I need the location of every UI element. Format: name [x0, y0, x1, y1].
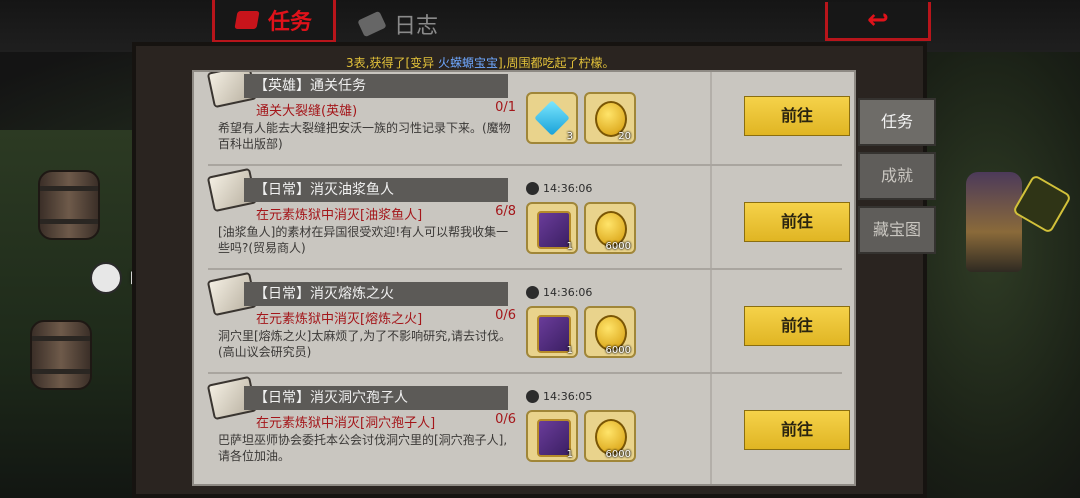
reward-qty: 6000: [605, 449, 631, 460]
quest-list-panel: 【英雄】通关任务 通关大裂缝(英雄) 0/1 希望有人能去大裂缝把安沃一族的习性…: [192, 70, 856, 486]
side-tab-quests[interactable]: 任务: [858, 98, 936, 146]
back-button[interactable]: ↩: [825, 2, 931, 41]
reward-slot[interactable]: 6000: [584, 202, 636, 254]
enchant-icon: [90, 262, 122, 294]
timer-text: 14:36:06: [543, 182, 593, 195]
side-tab-treasure-map[interactable]: 藏宝图: [858, 206, 936, 254]
reward-slot[interactable]: 6000: [584, 306, 636, 358]
quest-description: [油浆鱼人]的素材在异国很受欢迎!有人可以帮我收集一些吗?(贸易商人): [218, 225, 509, 255]
clock-icon: [526, 182, 539, 195]
barrel-prop: [38, 170, 100, 240]
reward-slot[interactable]: 1: [526, 410, 578, 462]
quest-title: 【日常】消灭油浆鱼人: [244, 178, 508, 202]
crystal-icon: [534, 100, 570, 136]
reward-qty: 20: [618, 131, 631, 142]
scroll-icon: [234, 11, 260, 29]
quest-timer: 14:36:05: [526, 390, 592, 403]
quest-progress: 0/6: [495, 308, 516, 323]
quest-title: 【日常】消灭熔炼之火: [244, 282, 508, 306]
quest-progress: 0/1: [495, 100, 516, 115]
reward-slot[interactable]: 1: [526, 306, 578, 358]
timer-text: 14:36:05: [543, 390, 593, 403]
quest-description: 巴萨坦巫师协会委托本公会讨伐洞穴里的[洞穴孢子人],请各位加油。: [218, 433, 508, 463]
quest-row: 【日常】消灭油浆鱼人 在元素炼狱中消灭[油浆鱼人] 6/8 [油浆鱼人]的素材在…: [206, 167, 850, 270]
quest-title: 【日常】消灭洞穴孢子人: [244, 386, 508, 410]
quest-description: 希望有人能去大裂缝把安沃一族的习性记录下来。(魔物百科出版部): [218, 121, 511, 151]
reward-slot[interactable]: 6000: [584, 410, 636, 462]
reward-qty: 1: [566, 241, 573, 252]
tab-quests-label: 任务: [267, 10, 312, 35]
reward-qty: 6000: [605, 345, 631, 356]
quest-timer: 14:36:06: [526, 286, 592, 299]
log-icon: [357, 10, 387, 38]
go-button[interactable]: 前往: [744, 202, 850, 242]
reward-qty: 1: [566, 345, 573, 356]
go-button[interactable]: 前往: [744, 96, 850, 136]
quest-progress: 0/6: [495, 412, 516, 427]
reward-qty: 1: [566, 449, 573, 460]
quest-row: 【英雄】通关任务 通关大裂缝(英雄) 0/1 希望有人能去大裂缝把安沃一族的习性…: [206, 72, 850, 166]
go-button[interactable]: 前往: [744, 410, 850, 450]
barrel-prop: [30, 320, 92, 390]
tab-log[interactable]: 日志: [357, 6, 439, 42]
quest-row: 【日常】消灭熔炼之火 在元素炼狱中消灭[熔炼之火] 0/6 洞穴里[熔炼之火]太…: [206, 271, 850, 374]
tab-quests[interactable]: 任务: [212, 0, 336, 43]
ticker-suffix: ],周围都吃起了柠檬。: [497, 56, 615, 70]
tab-log-label: 日志: [394, 14, 439, 39]
clock-icon: [526, 390, 539, 403]
back-arrow-icon: ↩: [867, 5, 889, 35]
quest-description: 洞穴里[熔炼之火]太麻烦了,为了不影响研究,请去讨伐。(高山议会研究员): [218, 329, 511, 359]
quest-title: 【英雄】通关任务: [244, 74, 508, 98]
reward-qty: 3: [566, 131, 573, 142]
quest-progress: 6/8: [495, 204, 516, 219]
ticker-highlight: 火蝾螈宝宝: [437, 56, 498, 70]
ticker-prefix: 3表,获得了[变异: [346, 56, 438, 70]
go-button[interactable]: 前往: [744, 306, 850, 346]
reward-slot[interactable]: 20: [584, 92, 636, 144]
quest-timer: 14:36:06: [526, 182, 592, 195]
reward-slot[interactable]: 3: [526, 92, 578, 144]
creature-sprite: [966, 172, 1022, 272]
reward-slot[interactable]: 1: [526, 202, 578, 254]
quest-row: 【日常】消灭洞穴孢子人 在元素炼狱中消灭[洞穴孢子人] 0/6 巴萨坦巫师协会委…: [206, 375, 850, 476]
clock-icon: [526, 286, 539, 299]
timer-text: 14:36:06: [543, 286, 593, 299]
reward-qty: 6000: [605, 241, 631, 252]
side-tab-achievements[interactable]: 成就: [858, 152, 936, 200]
